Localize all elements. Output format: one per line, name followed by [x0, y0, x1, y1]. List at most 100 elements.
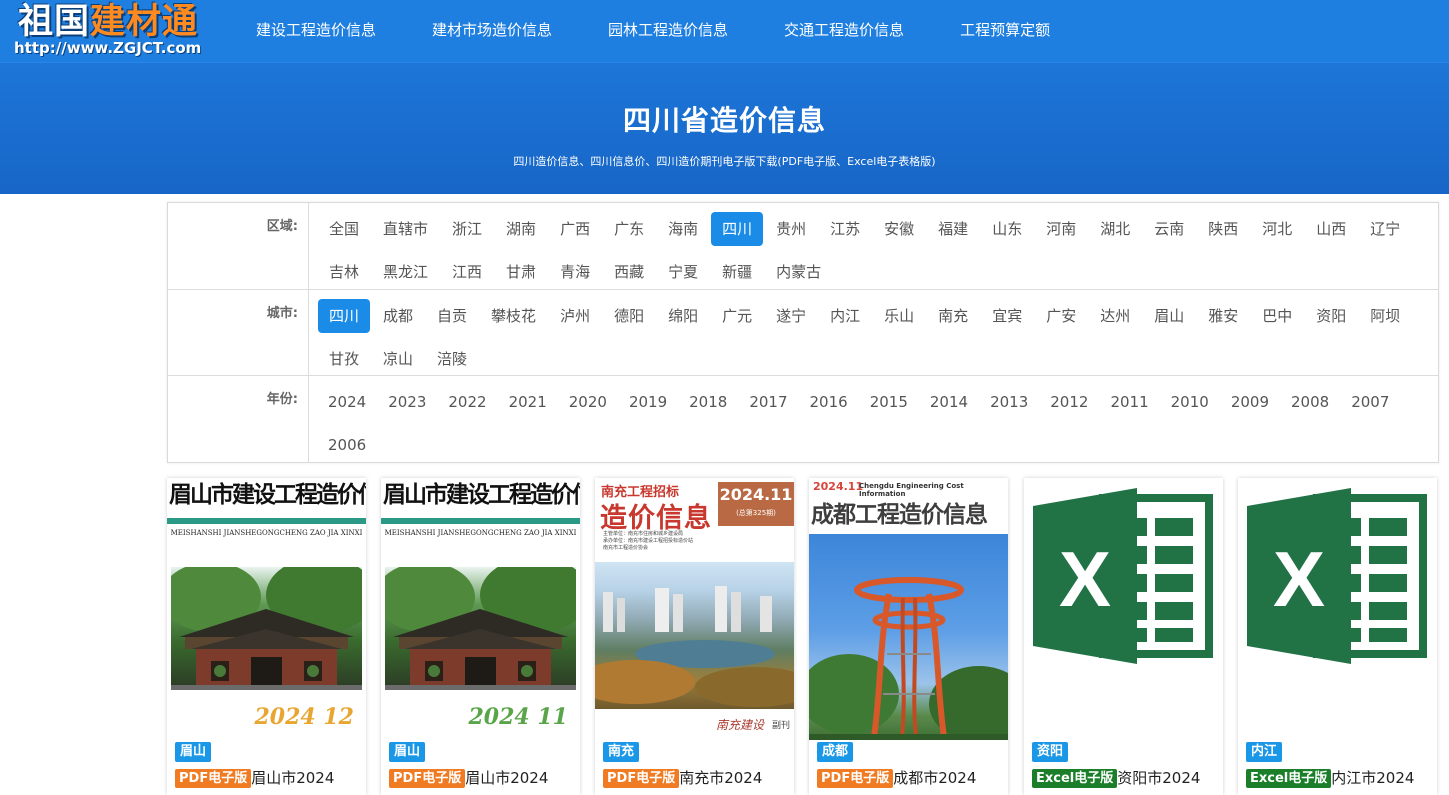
card-title-line[interactable]: PDF电子版 眉山市2024 — [389, 767, 548, 788]
region-option[interactable]: 江西 — [441, 255, 493, 289]
region-option[interactable]: 新疆 — [711, 255, 763, 289]
region-option[interactable]: 贵州 — [765, 212, 817, 246]
cover-image[interactable]: 南充工程招标 造价信息 2024.11 (总第325期) 主管单位：南充市住房和城乡建设… — [595, 478, 794, 740]
year-option[interactable]: 2020 — [559, 385, 617, 419]
year-option[interactable]: 2017 — [739, 385, 797, 419]
region-option[interactable]: 广东 — [603, 212, 655, 246]
year-option[interactable]: 2014 — [920, 385, 978, 419]
region-option[interactable]: 山东 — [981, 212, 1033, 246]
city-option[interactable]: 宜宾 — [981, 299, 1033, 333]
region-option[interactable]: 直辖市 — [372, 212, 439, 246]
city-option[interactable]: 涪陵 — [426, 342, 478, 376]
region-option[interactable]: 江苏 — [819, 212, 871, 246]
city-option[interactable]: 巴中 — [1251, 299, 1303, 333]
card-title-line[interactable]: PDF电子版 南充市2024 — [603, 767, 762, 788]
region-option[interactable]: 四川 — [711, 212, 764, 246]
region-option[interactable]: 湖北 — [1089, 212, 1141, 246]
region-option[interactable]: 西藏 — [603, 255, 655, 289]
publication-card[interactable]: 2024.11 Chengdu Engineering Cost Informat… — [809, 478, 1008, 795]
nav-item[interactable]: 交通工程造价信息 — [756, 0, 932, 62]
city-option[interactable]: 自贡 — [426, 299, 478, 333]
year-option[interactable]: 2009 — [1221, 385, 1279, 419]
region-option[interactable]: 宁夏 — [657, 255, 709, 289]
cover-image[interactable]: 眉山市建设工程造价信息 MEISHANSHI JIANSHEGONGCHENG Z… — [381, 478, 580, 740]
city-option[interactable]: 绵阳 — [657, 299, 709, 333]
year-option[interactable]: 2024 — [318, 385, 376, 419]
region-option[interactable]: 安徽 — [873, 212, 925, 246]
region-option[interactable]: 广西 — [549, 212, 601, 246]
city-option[interactable]: 凉山 — [372, 342, 424, 376]
publication-card[interactable]: 眉山市建设工程造价信息 MEISHANSHI JIANSHEGONGCHENG Z… — [167, 478, 366, 795]
region-option[interactable]: 全国 — [318, 212, 370, 246]
year-option[interactable]: 2023 — [378, 385, 436, 419]
region-option[interactable]: 内蒙古 — [765, 255, 832, 289]
nav-item[interactable]: 工程预算定额 — [932, 0, 1078, 62]
nav-item[interactable]: 建材市场造价信息 — [404, 0, 580, 62]
card-title[interactable]: 成都市2024 — [893, 769, 976, 787]
city-option[interactable]: 泸州 — [549, 299, 601, 333]
card-title[interactable]: 内江市2024 — [1331, 769, 1414, 787]
region-option[interactable]: 黑龙江 — [372, 255, 439, 289]
city-option[interactable]: 南充 — [927, 299, 979, 333]
card-title-line[interactable]: PDF电子版 成都市2024 — [817, 767, 976, 788]
site-logo[interactable]: 祖国建材通 http://www.ZGJCT.com — [14, 2, 224, 60]
year-option[interactable]: 2006 — [318, 428, 376, 462]
city-option[interactable]: 成都 — [372, 299, 424, 333]
card-title[interactable]: 资阳市2024 — [1117, 769, 1200, 787]
publication-card[interactable]: 南充工程招标 造价信息 2024.11 (总第325期) 主管单位：南充市住房和城乡建设… — [595, 478, 794, 795]
year-option[interactable]: 2021 — [499, 385, 557, 419]
city-option[interactable]: 雅安 — [1197, 299, 1249, 333]
region-option[interactable]: 福建 — [927, 212, 979, 246]
region-option[interactable]: 云南 — [1143, 212, 1195, 246]
year-option[interactable]: 2016 — [800, 385, 858, 419]
city-option[interactable]: 德阳 — [603, 299, 655, 333]
city-option[interactable]: 甘孜 — [318, 342, 370, 376]
year-option[interactable]: 2010 — [1161, 385, 1219, 419]
year-option[interactable]: 2022 — [438, 385, 496, 419]
city-option[interactable]: 广安 — [1035, 299, 1087, 333]
city-option[interactable]: 达州 — [1089, 299, 1141, 333]
year-option[interactable]: 2011 — [1100, 385, 1158, 419]
city-option[interactable]: 眉山 — [1143, 299, 1195, 333]
year-option[interactable]: 2015 — [860, 385, 918, 419]
card-title-line[interactable]: Excel电子版 内江市2024 — [1246, 767, 1414, 788]
region-option[interactable]: 青海 — [549, 255, 601, 289]
publication-card[interactable]: X 内江 Excel电子版 内江市2024 — [1238, 478, 1437, 795]
region-option[interactable]: 辽宁 — [1359, 212, 1411, 246]
card-title-line[interactable]: Excel电子版 资阳市2024 — [1032, 767, 1200, 788]
card-title-line[interactable]: PDF电子版 眉山市2024 — [175, 767, 334, 788]
region-option[interactable]: 山西 — [1305, 212, 1357, 246]
region-option[interactable]: 浙江 — [441, 212, 493, 246]
region-option[interactable]: 吉林 — [318, 255, 370, 289]
nav-item[interactable]: 园林工程造价信息 — [580, 0, 756, 62]
year-option[interactable]: 2018 — [679, 385, 737, 419]
cover-image[interactable]: 2024.11 Chengdu Engineering Cost Informat… — [809, 478, 1008, 740]
city-option[interactable]: 遂宁 — [765, 299, 817, 333]
city-option[interactable]: 内江 — [819, 299, 871, 333]
cover-image[interactable]: X — [1024, 478, 1223, 740]
nav-item[interactable]: 建设工程造价信息 — [228, 0, 404, 62]
city-option[interactable]: 广元 — [711, 299, 763, 333]
year-option[interactable]: 2013 — [980, 385, 1038, 419]
year-option[interactable]: 2007 — [1341, 385, 1399, 419]
year-option[interactable]: 2012 — [1040, 385, 1098, 419]
year-option[interactable]: 2019 — [619, 385, 677, 419]
city-option[interactable]: 乐山 — [873, 299, 925, 333]
publication-card[interactable]: 眉山市建设工程造价信息 MEISHANSHI JIANSHEGONGCHENG Z… — [381, 478, 580, 795]
region-option[interactable]: 河北 — [1251, 212, 1303, 246]
city-option[interactable]: 资阳 — [1305, 299, 1357, 333]
year-option[interactable]: 2008 — [1281, 385, 1339, 419]
region-option[interactable]: 陕西 — [1197, 212, 1249, 246]
card-title[interactable]: 眉山市2024 — [465, 769, 548, 787]
publication-card[interactable]: X 资阳 Excel电子版 资阳市2024 — [1024, 478, 1223, 795]
city-option[interactable]: 阿坝 — [1359, 299, 1411, 333]
city-option[interactable]: 四川 — [318, 299, 371, 333]
card-title[interactable]: 眉山市2024 — [251, 769, 334, 787]
cover-image[interactable]: X — [1238, 478, 1437, 740]
city-option[interactable]: 攀枝花 — [480, 299, 547, 333]
card-title[interactable]: 南充市2024 — [679, 769, 762, 787]
cover-image[interactable]: 眉山市建设工程造价信息 MEISHANSHI JIANSHEGONGCHENG Z… — [167, 478, 366, 740]
region-option[interactable]: 海南 — [657, 212, 709, 246]
region-option[interactable]: 河南 — [1035, 212, 1087, 246]
region-option[interactable]: 湖南 — [495, 212, 547, 246]
